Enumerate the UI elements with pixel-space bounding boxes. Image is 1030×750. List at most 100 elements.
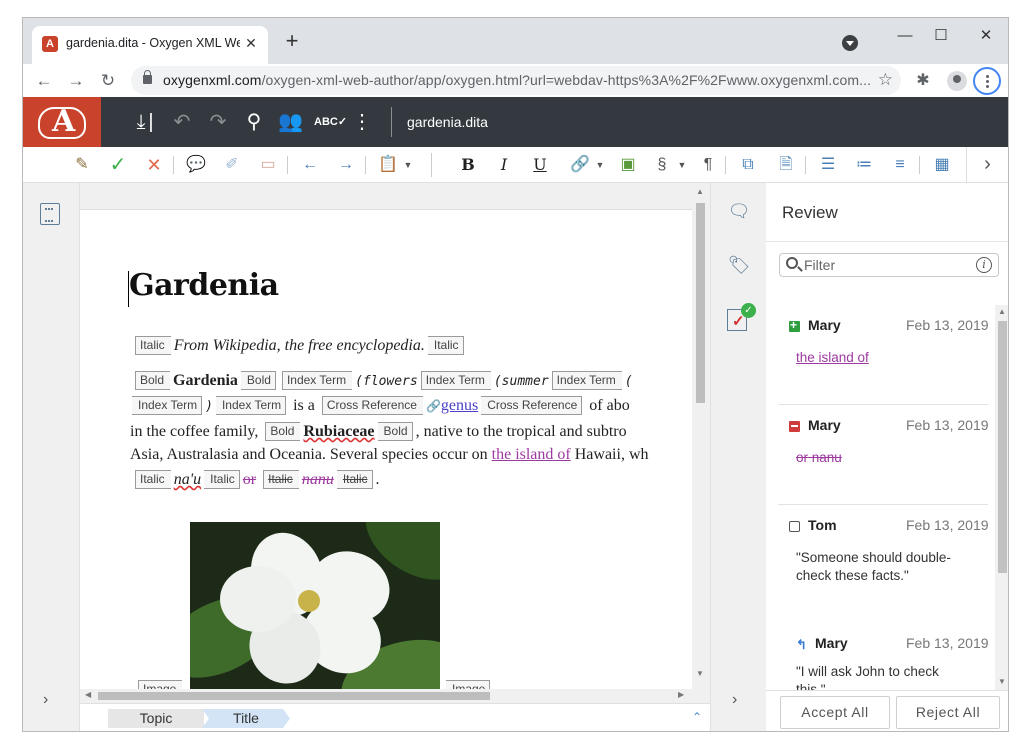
- image-start-tag[interactable]: Image: [138, 680, 183, 689]
- accept-change-icon[interactable]: ✓: [107, 154, 129, 176]
- add-comment-icon[interactable]: 💬: [185, 154, 207, 176]
- bold-start-tag[interactable]: Bold: [135, 371, 171, 390]
- paste-dropdown-icon[interactable]: ▼: [397, 154, 419, 176]
- reject-change-icon[interactable]: ✕: [143, 154, 165, 176]
- comments-tab-icon[interactable]: 🗨: [727, 199, 751, 223]
- index-term-start-tag[interactable]: Index Term: [551, 371, 622, 390]
- collapse-side-panel-icon[interactable]: ›: [732, 691, 737, 709]
- extensions-puzzle-icon[interactable]: ✱: [913, 71, 933, 91]
- forward-icon[interactable]: →: [65, 70, 87, 92]
- deleted-italic-start-tag[interactable]: Italic: [263, 470, 299, 489]
- undo-icon[interactable]: ↶: [170, 110, 194, 134]
- paragraph-line-1[interactable]: Italic From Wikipedia, the free encyclope…: [132, 336, 467, 355]
- section-dropdown-icon[interactable]: ▼: [671, 154, 693, 176]
- breadcrumb-title[interactable]: Title: [202, 709, 290, 728]
- index-term-end-tag[interactable]: Index Term: [132, 396, 203, 415]
- editor-horizontal-scrollbar[interactable]: ◀ ▶: [80, 689, 692, 703]
- link-dropdown-icon[interactable]: ▼: [589, 154, 611, 176]
- chevron-right-icon[interactable]: ›: [966, 147, 1008, 182]
- profile-avatar-icon[interactable]: [947, 71, 967, 91]
- paragraph-icon[interactable]: ¶: [697, 154, 719, 176]
- reload-icon[interactable]: ↻: [97, 70, 119, 92]
- bookmark-star-icon[interactable]: ☆: [878, 70, 893, 90]
- document-page[interactable]: Gardenia Italic From Wikipedia, the free …: [80, 209, 692, 689]
- attributes-tag-icon[interactable]: 🏷: [727, 253, 751, 277]
- filter-box[interactable]: i: [779, 253, 999, 277]
- double-chevron-up-icon[interactable]: ⌃: [692, 710, 702, 724]
- scroll-up-icon[interactable]: ▲: [696, 187, 704, 196]
- address-bar[interactable]: oxygenxml.com/oxygen-xml-web-author/app/…: [131, 66, 901, 95]
- paste-icon[interactable]: 📋: [377, 154, 399, 176]
- review-card-comment[interactable]: Tom Feb 13, 2019 "Someone should double-…: [778, 513, 992, 603]
- insert-element-icon[interactable]: ⧉: [737, 154, 759, 176]
- insert-image-icon[interactable]: ▣: [617, 154, 639, 176]
- insert-table-icon[interactable]: ▦: [931, 154, 953, 176]
- paragraph-line-3[interactable]: Index Term) Index Term is a Cross Referen…: [132, 396, 630, 415]
- maximize-icon[interactable]: ☐: [929, 24, 953, 48]
- info-icon[interactable]: i: [976, 257, 992, 273]
- deleted-italic-end-tag[interactable]: Italic: [336, 470, 373, 489]
- url-text[interactable]: oxygenxml.com/oxygen-xml-web-author/app/…: [163, 72, 871, 88]
- italic-icon[interactable]: I: [493, 154, 515, 176]
- deleted-italic-text[interactable]: nanu: [302, 471, 334, 488]
- find-icon[interactable]: ⚲: [242, 110, 266, 134]
- expand-left-panel-icon[interactable]: ›: [43, 691, 48, 709]
- document-title[interactable]: Gardenia: [129, 268, 279, 303]
- gardenia-flower-image[interactable]: [190, 522, 440, 689]
- paragraph-line-4[interactable]: in the coffee family, Bold Rubiaceae Bold,…: [130, 422, 627, 441]
- unordered-list-icon[interactable]: ≡: [889, 154, 911, 176]
- cross-reference-end-tag[interactable]: Cross Reference: [481, 396, 583, 415]
- ordered-list-icon[interactable]: ≔: [853, 154, 875, 176]
- collaboration-people-icon[interactable]: 👥: [278, 110, 303, 134]
- redo-icon[interactable]: ↷: [206, 110, 230, 134]
- scrollbar-thumb[interactable]: [98, 692, 490, 700]
- review-scrollbar[interactable]: ▲ ▼: [995, 305, 1008, 690]
- index-term-start-tag[interactable]: Index Term: [420, 371, 491, 390]
- tab-search-icon[interactable]: [842, 35, 858, 51]
- editor-vertical-scrollbar[interactable]: ▲ ▼: [692, 183, 708, 689]
- insert-list-item-icon[interactable]: ☰: [817, 154, 839, 176]
- edit-comment-icon[interactable]: ✐: [221, 154, 243, 176]
- index-term-end-tag[interactable]: Index Term: [215, 396, 287, 415]
- bold-end-tag[interactable]: Bold: [377, 422, 413, 441]
- italic-start-tag[interactable]: Italic: [135, 470, 171, 489]
- more-actions-icon[interactable]: ⋮: [350, 110, 374, 134]
- remove-comment-icon[interactable]: ▭: [257, 154, 279, 176]
- italic-end-tag[interactable]: Italic: [204, 470, 240, 489]
- paragraph-line-6[interactable]: Italic na'u Italic or Italic nanu Italic.: [132, 470, 380, 489]
- scroll-down-icon[interactable]: ▼: [998, 677, 1006, 686]
- previous-change-icon[interactable]: ←: [299, 154, 321, 176]
- track-changes-icon[interactable]: ✎: [71, 154, 93, 176]
- scroll-up-icon[interactable]: ▲: [998, 307, 1006, 316]
- cross-reference-start-tag[interactable]: Cross Reference: [321, 396, 423, 415]
- spellcheck-icon[interactable]: ABC✓: [314, 110, 347, 134]
- paragraph-line-5[interactable]: Asia, Australasia and Oceania. Several s…: [130, 446, 649, 464]
- image-end-tag[interactable]: Image: [446, 680, 491, 689]
- link-icon[interactable]: 🔗: [569, 154, 591, 176]
- bold-icon[interactable]: B: [457, 154, 479, 176]
- outline-icon[interactable]: [40, 203, 60, 225]
- scrollbar-thumb[interactable]: [696, 203, 705, 403]
- bold-start-tag[interactable]: Bold: [265, 422, 301, 441]
- browser-menu-icon[interactable]: [973, 67, 1001, 95]
- review-card-deletion[interactable]: Mary Feb 13, 2019 or nanu: [778, 413, 992, 493]
- reject-all-button[interactable]: Reject All: [896, 696, 1000, 729]
- paragraph-line-2[interactable]: Bold Gardenia Bold Index Term (flowers Index …: [132, 371, 633, 390]
- underline-icon[interactable]: U: [529, 154, 551, 176]
- inserted-text[interactable]: the island of: [492, 446, 571, 463]
- close-tab-icon[interactable]: ✕: [242, 34, 260, 52]
- italic-end-tag[interactable]: Italic: [427, 336, 464, 355]
- bold-end-tag[interactable]: Bold: [240, 371, 276, 390]
- breadcrumb-topic[interactable]: Topic: [108, 709, 204, 728]
- accept-all-button[interactable]: Accept All: [780, 696, 890, 729]
- card-text[interactable]: or nanu: [796, 449, 986, 467]
- minimize-icon[interactable]: —: [893, 24, 917, 48]
- scroll-down-icon[interactable]: ▼: [696, 669, 704, 678]
- index-term-start-tag[interactable]: Index Term: [281, 371, 353, 390]
- card-text[interactable]: the island of: [796, 349, 986, 367]
- scroll-left-icon[interactable]: ◀: [85, 690, 91, 699]
- review-card-insertion[interactable]: Mary Feb 13, 2019 the island of: [778, 313, 992, 393]
- browser-tab[interactable]: A gardenia.dita - Oxygen XML Web Author …: [32, 26, 268, 64]
- review-card-reply[interactable]: ↰ Mary Feb 13, 2019 "I will ask John to …: [778, 631, 992, 691]
- scrollbar-thumb[interactable]: [998, 321, 1007, 573]
